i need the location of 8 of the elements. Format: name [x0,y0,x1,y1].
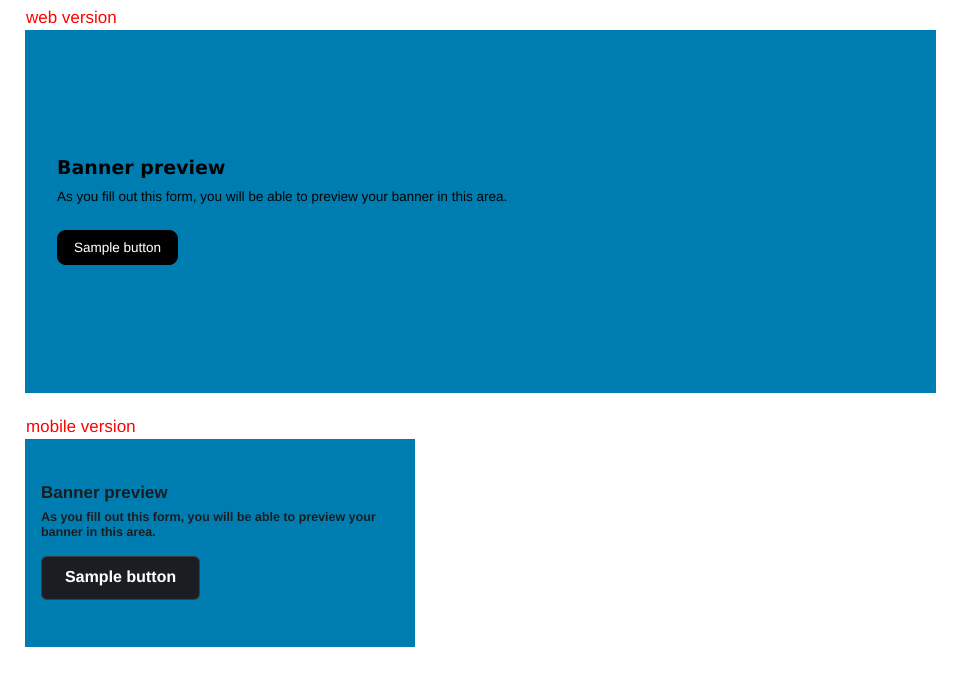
banner-text: As you fill out this form, you will be able to preview your banner in this area. [57,188,508,206]
banner-title: Banner preview [57,156,226,180]
banner-text: As you fill out this form, you will be able to preview your banner in this area. [41,510,377,540]
sample-button[interactable]: Sample button [41,556,200,600]
banner-title: Banner preview [41,483,168,503]
sample-button[interactable]: Sample button [57,230,178,265]
version-label: web version [26,7,118,29]
version-label: mobile version [26,416,137,438]
